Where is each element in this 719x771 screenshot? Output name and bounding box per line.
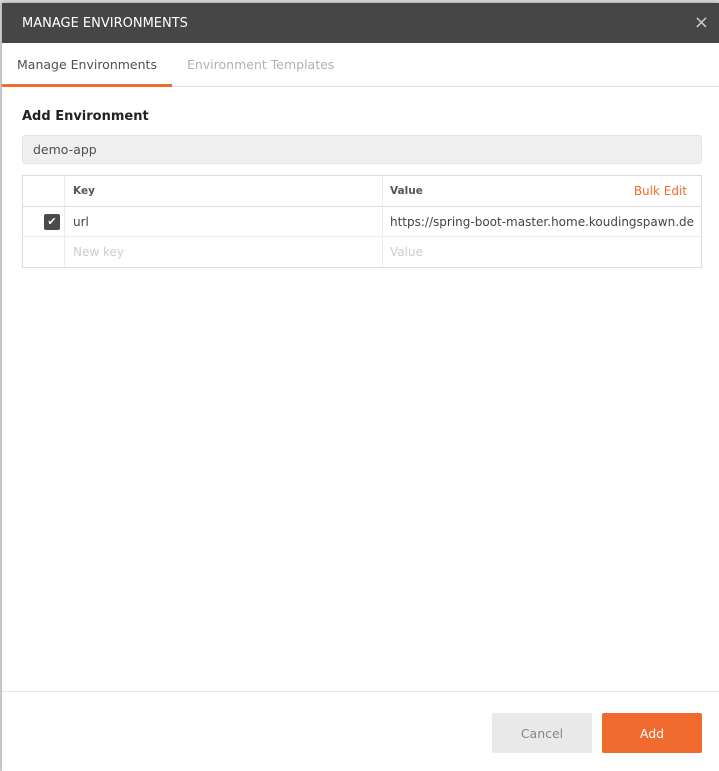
key-input[interactable]: url	[65, 207, 383, 236]
key-header: Key	[65, 176, 383, 206]
check-icon: ✔	[47, 215, 57, 228]
value-header: Value Bulk Edit	[383, 176, 701, 206]
dialog-footer: Cancel Add	[2, 691, 719, 771]
close-icon[interactable]: ×	[694, 12, 709, 33]
header-checkbox-cell	[23, 176, 65, 206]
cancel-button[interactable]: Cancel	[492, 713, 592, 753]
environment-name-input[interactable]: demo-app	[22, 135, 702, 164]
table-row: ✔ url https://spring-boot-master.home.ko…	[23, 207, 701, 237]
value-header-label: Value	[390, 185, 423, 197]
table-header: Key Value Bulk Edit	[23, 176, 701, 207]
value-input[interactable]: https://spring-boot-master.home.koudings…	[383, 207, 701, 236]
enabled-checkbox[interactable]: ✔	[44, 213, 60, 230]
tab-manage-environments[interactable]: Manage Environments	[2, 43, 172, 87]
row-checkbox-cell: ✔	[23, 207, 65, 236]
new-key-input[interactable]: New key	[65, 237, 383, 267]
new-row-checkbox-cell	[23, 237, 65, 267]
add-environment-heading: Add Environment	[22, 109, 149, 124]
tab-bar: Manage Environments Environment Template…	[2, 43, 719, 87]
bulk-edit-link[interactable]: Bulk Edit	[634, 184, 687, 198]
tab-environment-templates[interactable]: Environment Templates	[172, 43, 349, 86]
dialog-titlebar: MANAGE ENVIRONMENTS	[2, 3, 719, 43]
new-row: New key Value	[23, 237, 701, 267]
dialog-title: MANAGE ENVIRONMENTS	[22, 15, 188, 31]
new-value-input[interactable]: Value	[383, 237, 701, 267]
variables-table: Key Value Bulk Edit ✔ url https://spring-…	[22, 175, 702, 268]
manage-environments-dialog: MANAGE ENVIRONMENTS × Manage Environment…	[2, 3, 719, 771]
add-button[interactable]: Add	[602, 713, 702, 753]
